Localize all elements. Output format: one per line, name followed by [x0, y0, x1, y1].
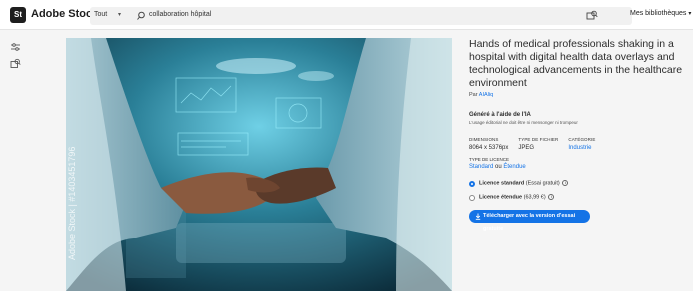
byline: Par AIAliq	[469, 92, 684, 98]
chevron-down-icon[interactable]: ▾	[688, 11, 691, 17]
license-standard-radio-label[interactable]: Licence standard (Essai gratuit) i	[479, 180, 569, 187]
license-extended-radio[interactable]	[469, 195, 475, 201]
search-scope-select[interactable]: Tout	[94, 11, 107, 18]
license-extended-option[interactable]: Licence étendue (63,99 €) i	[469, 194, 684, 204]
license-type-field: TYPE DE LICENCE Standard ou Étendue	[469, 157, 684, 170]
libraries-label[interactable]: Mes bibliothèques	[630, 10, 686, 17]
top-bar: St Adobe Stock Tout ▾ collaboration hôpi…	[0, 0, 693, 30]
details-panel: Hands of medical professionals shaking i…	[469, 38, 684, 232]
image-title: Hands of medical professionals shaking i…	[469, 38, 683, 89]
license-type-value: Standard ou Étendue	[469, 164, 684, 170]
chevron-down-icon[interactable]: ▾	[118, 11, 121, 18]
filetype-field: TYPE DE FICHIER JPEG	[518, 137, 558, 151]
category-link[interactable]: Industrie	[568, 145, 595, 151]
license-extended-link[interactable]: Étendue	[503, 164, 525, 170]
search-icon[interactable]	[136, 10, 146, 22]
adobe-stock-logo[interactable]: St	[10, 7, 26, 23]
license-standard-radio[interactable]	[469, 181, 475, 187]
handshake-image	[66, 38, 452, 291]
license-type-label: TYPE DE LICENCE	[469, 157, 510, 162]
download-trial-button[interactable]: Télécharger avec la version d'essai grat…	[469, 210, 590, 232]
search-input[interactable]: collaboration hôpital	[149, 11, 211, 18]
license-extended-radio-label[interactable]: Licence étendue (63,99 €) i	[479, 194, 555, 201]
dimensions-field: DIMENSIONS 8064 x 5376px	[469, 137, 508, 151]
license-standard-link[interactable]: Standard	[469, 164, 493, 170]
metadata-row: DIMENSIONS 8064 x 5376px TYPE DE FICHIER…	[469, 137, 684, 151]
license-extended-price: (63,99 €)	[523, 194, 546, 201]
filetype-label: TYPE DE FICHIER	[518, 137, 559, 142]
image-preview[interactable]: Adobe Stock | #1403451796	[66, 38, 452, 291]
visual-search-icon[interactable]	[10, 58, 21, 69]
libraries-menu[interactable]: Mes bibliothèques ▾	[630, 10, 691, 17]
download-button-label: Télécharger avec la version d'essai grat…	[483, 213, 576, 232]
license-standard-name: Licence standard	[479, 180, 525, 187]
visual-search-icon[interactable]	[586, 10, 598, 20]
license-extended-name: Licence étendue	[479, 194, 523, 201]
dimensions-value: 8064 x 5376px	[469, 145, 509, 151]
category-label: CATÉGORIE	[568, 137, 596, 142]
license-or-text: ou	[495, 164, 502, 170]
category-field: CATÉGORIE Industrie	[568, 137, 595, 151]
byline-prefix: Par	[469, 92, 478, 98]
info-icon[interactable]: i	[562, 180, 569, 186]
filters-icon[interactable]	[10, 42, 21, 53]
info-icon[interactable]: i	[548, 194, 555, 200]
dimensions-label: DIMENSIONS	[469, 137, 499, 142]
image-watermark: Adobe Stock | #1403451796	[67, 146, 77, 260]
download-icon	[475, 213, 481, 220]
ai-generated-badge: Généré à l'aide de l'IA	[469, 112, 531, 118]
author-link[interactable]: AIAliq	[479, 92, 493, 98]
filetype-value: JPEG	[518, 145, 535, 151]
ai-usage-note: L'usage éditorial ne doit être ni menson…	[469, 120, 578, 125]
brand-name[interactable]: Adobe Stock	[31, 8, 98, 20]
license-standard-option[interactable]: Licence standard (Essai gratuit) i	[469, 180, 684, 190]
left-rail	[0, 30, 31, 291]
search-bar: Tout ▾ collaboration hôpital	[90, 7, 632, 25]
license-standard-price: (Essai gratuit)	[525, 180, 560, 187]
